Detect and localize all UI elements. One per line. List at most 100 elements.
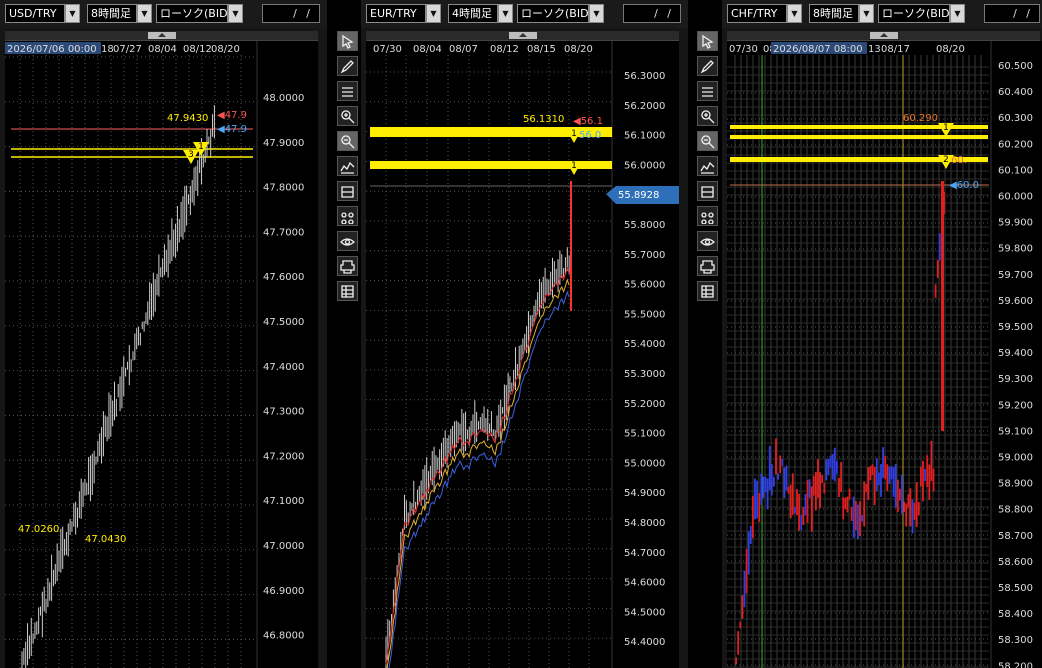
number-table-icon[interactable] [337,181,358,201]
chart-type-select[interactable]: ローソク(BID) [517,4,589,23]
time-axis-label: 08/04 [413,44,442,55]
candle [899,488,901,501]
date-input[interactable]: / / [623,4,681,23]
scroll-up-icon[interactable] [508,32,537,39]
price-axis-label: 58.400 [998,609,1033,620]
candle [873,466,876,506]
price-axis-label: 55.1000 [624,429,665,440]
price-chart[interactable]: 2026/07/06 00:00 18 07/27 08/04 08/12 08/20 48… [5,41,318,668]
symbols-icon[interactable] [697,206,718,226]
eye-icon[interactable] [697,231,718,251]
candle [909,488,912,527]
symbol-select[interactable]: CHF/TRY [727,4,787,23]
zoom-out-icon[interactable] [697,131,718,151]
chevron-down-icon[interactable]: ▼ [589,4,604,23]
candle [924,468,926,482]
time-axis-label: 08/07 [449,44,478,55]
indicator-icon[interactable] [697,156,718,176]
indicator-icon[interactable] [337,156,358,176]
print-icon[interactable] [337,256,358,276]
candle [791,473,794,515]
candle [789,484,792,519]
price-axis-label: 55.8000 [624,220,665,231]
chevron-down-icon[interactable]: ▼ [787,4,802,23]
price-axis-label: 56.2000 [624,101,665,112]
pen-icon[interactable] [337,56,358,76]
price-axis-label: 56.0000 [624,160,665,171]
all-icon[interactable] [337,81,358,101]
candle [901,474,903,514]
price-axis-label: 54.5000 [624,607,665,618]
chevron-down-icon[interactable]: ▼ [498,4,513,23]
pen-icon[interactable] [697,56,718,76]
price-annotation: 47.0430 [85,534,126,545]
symbol-select[interactable]: EUR/TRY [366,4,426,23]
candle [880,464,882,497]
candle [808,479,811,498]
chart-type-select[interactable]: ローソク(BID) [156,4,228,23]
scroll-up-icon[interactable] [869,32,898,39]
candle [905,503,908,527]
candle [768,446,771,491]
table-icon[interactable] [337,281,358,301]
price-annotation: ◀47.9 [217,110,247,121]
candle [848,488,851,500]
zoom-out-icon[interactable] [337,131,358,151]
print-icon[interactable] [697,256,718,276]
price-axis-label: 59.800 [998,244,1033,255]
chevron-down-icon[interactable]: ▼ [426,4,441,23]
number-table-icon[interactable] [697,181,718,201]
alert-band [730,135,988,139]
date-input[interactable]: / / [984,4,1040,23]
scroll-up-bar[interactable] [366,31,679,41]
candle [836,461,838,474]
chevron-down-icon[interactable]: ▼ [65,4,80,23]
table-icon[interactable] [697,281,718,301]
date-input[interactable]: / / [262,4,320,23]
price-chart[interactable]: 07/30 082026/08/07 08:00 13 08/17 08/2060.50… [727,41,1042,668]
price-axis-label: 60.500 [998,61,1033,72]
scroll-up-bar[interactable] [727,31,1040,41]
price-axis-label: 59.300 [998,374,1033,385]
timeframe-select[interactable]: 4時間足 [448,4,498,23]
chevron-down-icon[interactable]: ▼ [137,4,152,23]
price-axis-label: 59.000 [998,453,1033,464]
candle [815,471,817,511]
timeframe-select[interactable]: 8時間足 [87,4,137,23]
timeframe-select[interactable]: 8時間足 [809,4,859,23]
symbol-select[interactable]: USD/TRY [5,4,65,23]
scroll-up-icon[interactable] [147,32,176,39]
price-axis-label: 58.500 [998,583,1033,594]
alert-marker-label: 1 [198,142,204,152]
price-annotation: 47.9430 [167,113,208,124]
candle [821,475,824,484]
zoom-in-icon[interactable] [337,106,358,126]
price-axis-label: 55.7000 [624,250,665,261]
eye-icon[interactable] [337,231,358,251]
chart-window-1: USD/TRY ▼ 8時間足 ▼ ローソク(BID) ▼ / / 2026/07… [0,0,327,668]
symbols-icon[interactable] [337,206,358,226]
candle [812,475,815,496]
candle [819,472,821,509]
chart-window-2: EUR/TRY ▼ 4時間足 ▼ ローソク(BID) ▼ / / 07/30 08… [361,0,688,668]
zoom-in-icon[interactable] [697,106,718,126]
chevron-down-icon[interactable]: ▼ [950,4,965,23]
price-axis-label: 47.5000 [263,317,304,328]
chevron-down-icon[interactable]: ▼ [859,4,874,23]
candle [884,455,887,480]
candle [882,447,884,479]
candle [785,465,788,491]
pointer-icon[interactable] [337,31,358,51]
price-axis-label: 58.900 [998,479,1033,490]
candle [857,504,859,540]
price-axis-label: 55.4000 [624,339,665,350]
price-chart[interactable]: 07/30 08/04 08/07 08/12 08/15 08/20 56.3000 56.… [366,41,679,668]
chart-type-select[interactable]: ローソク(BID) [878,4,950,23]
scroll-up-bar[interactable] [5,31,318,41]
price-axis-label: 47.4000 [263,362,304,373]
all-icon[interactable] [697,81,718,101]
pointer-icon[interactable] [697,31,718,51]
candle [787,486,790,494]
chevron-down-icon[interactable]: ▼ [228,4,243,23]
time-axis-label: 08/12 [490,44,519,55]
